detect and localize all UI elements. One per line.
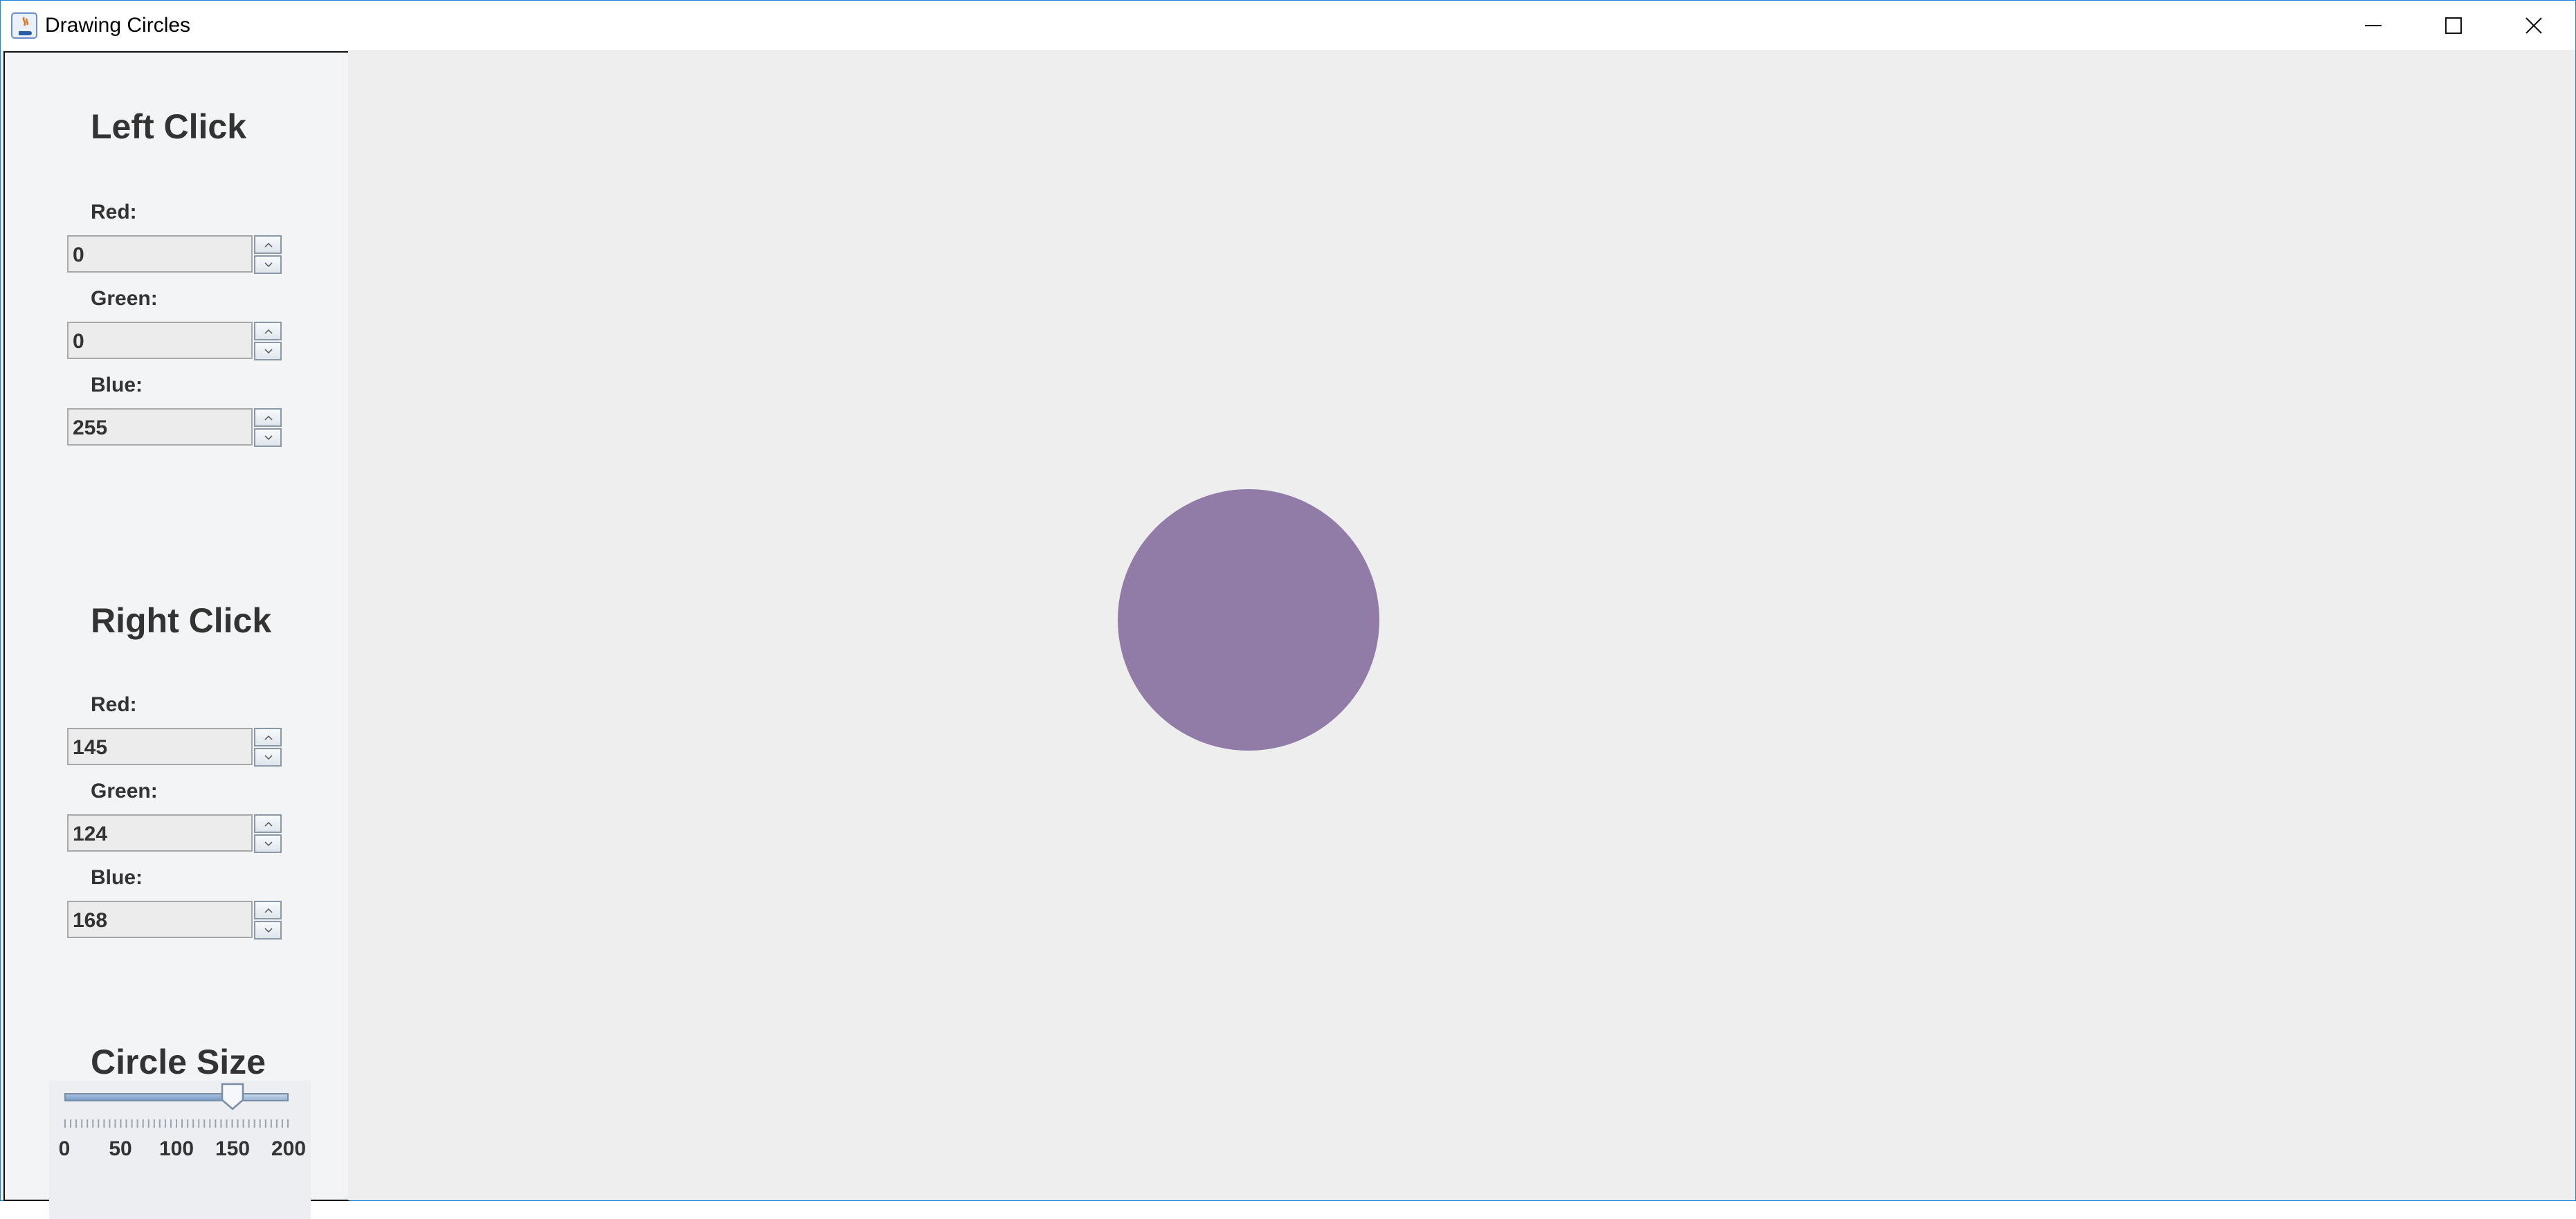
close-button[interactable]	[2494, 1, 2574, 50]
left-blue-decrement-button[interactable]	[254, 428, 282, 447]
right-green-decrement-button[interactable]	[254, 834, 282, 853]
right-click-heading: Right Click	[91, 601, 272, 640]
right-green-input[interactable]: 124	[67, 814, 253, 852]
slider-ticks	[64, 1119, 289, 1128]
right-blue-decrement-button[interactable]	[254, 921, 282, 940]
drawing-canvas[interactable]	[348, 51, 2575, 1200]
left-blue-spinner: 255	[67, 408, 284, 448]
arrow-up-icon	[264, 242, 273, 248]
right-red-input[interactable]: 145	[67, 728, 253, 765]
circle-size-heading: Circle Size	[91, 1043, 266, 1081]
right-blue-label: Blue:	[91, 866, 143, 889]
close-icon	[2525, 17, 2542, 34]
arrow-down-icon	[264, 349, 273, 354]
slider-track-fill	[66, 1094, 232, 1100]
arrow-down-icon	[264, 841, 273, 847]
arrow-down-icon	[264, 755, 273, 760]
slider-tick-label: 150	[215, 1137, 251, 1160]
left-red-input[interactable]: 0	[67, 235, 253, 273]
left-click-heading: Left Click	[91, 107, 247, 146]
right-red-spinner: 145	[67, 728, 284, 768]
title-bar[interactable]: Drawing Circles	[1, 1, 2575, 50]
slider-tick-label: 50	[109, 1137, 132, 1160]
maximize-button[interactable]	[2413, 1, 2494, 50]
right-red-decrement-button[interactable]	[254, 748, 282, 767]
slider-tick-label: 100	[158, 1137, 194, 1160]
arrow-up-icon	[264, 821, 273, 827]
right-green-increment-button[interactable]	[254, 814, 282, 833]
java-app-icon	[11, 12, 37, 39]
left-blue-increment-button[interactable]	[254, 408, 282, 427]
left-red-spinner: 0	[67, 235, 284, 275]
left-red-increment-button[interactable]	[254, 235, 282, 254]
left-green-decrement-button[interactable]	[254, 342, 282, 360]
right-green-label: Green:	[91, 780, 158, 803]
slider-track[interactable]	[64, 1093, 289, 1101]
right-blue-input[interactable]: 168	[67, 901, 253, 938]
right-blue-increment-button[interactable]	[254, 901, 282, 919]
left-red-label: Red:	[91, 201, 137, 223]
left-red-decrement-button[interactable]	[254, 255, 282, 274]
slider-tick-label: 0	[58, 1137, 71, 1160]
window-title: Drawing Circles	[45, 14, 191, 37]
left-green-label: Green:	[91, 287, 158, 310]
control-panel: Left Click Red: 0 Green: 0 Blue: 255 Rig…	[3, 51, 350, 1219]
circle-size-slider[interactable]: 0 50 100 150 200	[49, 1081, 311, 1219]
arrow-up-icon	[264, 908, 273, 913]
arrow-up-icon	[264, 415, 273, 421]
minimize-icon	[2365, 25, 2382, 26]
slider-thumb[interactable]	[220, 1082, 245, 1111]
arrow-down-icon	[264, 262, 273, 268]
left-green-input[interactable]: 0	[67, 322, 253, 359]
right-green-spinner: 124	[67, 814, 284, 854]
right-red-increment-button[interactable]	[254, 728, 282, 746]
arrow-up-icon	[264, 735, 273, 740]
drawn-circle	[1118, 489, 1379, 751]
left-blue-label: Blue:	[91, 374, 143, 396]
slider-tick-labels: 0 50 100 150 200	[49, 1137, 311, 1162]
arrow-down-icon	[264, 435, 273, 441]
minimize-button[interactable]	[2333, 1, 2413, 50]
left-green-increment-button[interactable]	[254, 322, 282, 340]
maximize-icon	[2445, 17, 2462, 34]
arrow-down-icon	[264, 928, 273, 933]
slider-tick-label: 200	[271, 1137, 307, 1160]
right-blue-spinner: 168	[67, 901, 284, 941]
right-red-label: Red:	[91, 693, 137, 716]
app-window: Drawing Circles Left Click Red: 0 Green:…	[0, 0, 2576, 1219]
arrow-up-icon	[264, 329, 273, 334]
left-green-spinner: 0	[67, 322, 284, 362]
left-blue-input[interactable]: 255	[67, 408, 253, 446]
